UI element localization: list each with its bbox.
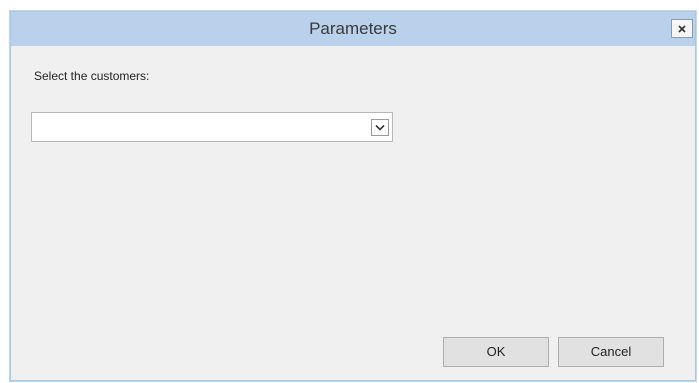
close-button[interactable]	[671, 19, 693, 38]
customers-select[interactable]	[31, 112, 393, 142]
title-bar[interactable]: Parameters	[11, 12, 695, 46]
dialog-title: Parameters	[309, 19, 397, 38]
close-icon	[678, 24, 686, 33]
parameters-dialog: Parameters Select the customers: OK Canc…	[10, 11, 696, 381]
dropdown-button[interactable]	[371, 119, 389, 136]
chevron-down-icon	[375, 124, 385, 131]
select-customers-label: Select the customers:	[34, 69, 150, 83]
ok-button[interactable]: OK	[443, 337, 549, 367]
dialog-content: Select the customers: OK Cancel	[11, 46, 695, 380]
cancel-button[interactable]: Cancel	[558, 337, 664, 367]
